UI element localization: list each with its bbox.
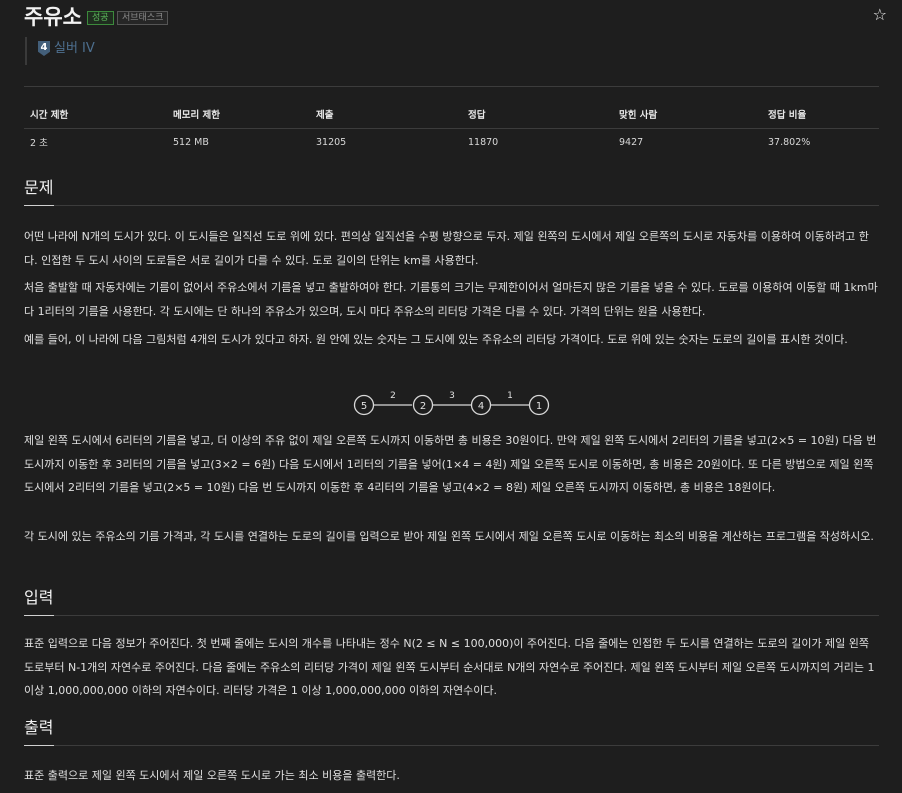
problem-paragraph-3: 예를 들어, 이 나라에 다음 그림처럼 4개의 도시가 있다고 하자. 원 안… (24, 333, 848, 346)
status-badge[interactable]: 성공 (87, 11, 114, 25)
section-problem-title: 문제 (24, 178, 54, 197)
info-header-row: 시간 제한 메모리 제한 제출 정답 맞힌 사람 정답 비율 (24, 100, 879, 129)
header-submissions: 제출 (310, 100, 462, 129)
header-accepted: 정답 (462, 100, 613, 129)
section-rule (24, 205, 879, 206)
section-input-header: 입력 (24, 587, 879, 616)
tier-badge-icon[interactable]: 4 (38, 41, 50, 56)
tier-block: 4 실버 IV (25, 37, 879, 65)
problem-title: 주유소 (24, 5, 82, 29)
section-input-title: 입력 (24, 588, 54, 607)
value-memory-limit: 512 MB (173, 136, 209, 148)
tier-label[interactable]: 실버 IV (54, 40, 95, 57)
info-value-row: 2 초 512 MB 31205 11870 9427 37.802% (24, 129, 879, 156)
problem-paragraph-1: 어떤 나라에 N개의 도시가 있다. 이 도시들은 일직선 도로 위에 있다. … (24, 230, 869, 267)
road-length-3: 1 (507, 391, 513, 401)
subtask-badge[interactable]: 서브태스크 (117, 11, 169, 25)
section-output-header: 출력 (24, 717, 879, 746)
city-price-3: 4 (478, 401, 484, 412)
city-road-figure: 5 2 4 1 2 3 1 (353, 391, 550, 416)
header-time-limit: 시간 제한 (24, 100, 167, 129)
problem-page: 주유소 성공 서브태스크 ☆ 4 실버 IV 시간 제한 메모리 제한 제출 정… (24, 0, 887, 782)
value-solved-users: 9427 (619, 136, 644, 148)
section-rule (24, 615, 879, 616)
city-price-4: 1 (536, 401, 542, 412)
header-accept-ratio: 정답 비율 (762, 100, 879, 129)
problem-paragraph-5: 각 도시에 있는 주유소의 기름 가격과, 각 도시를 연결하는 도로의 길이를… (24, 530, 874, 543)
problem-header: 주유소 성공 서브태스크 ☆ (24, 0, 887, 34)
header-memory-limit: 메모리 제한 (167, 100, 310, 129)
value-time-limit: 2 초 (30, 138, 48, 149)
road-length-2: 3 (449, 391, 455, 401)
value-submissions: 31205 (316, 136, 347, 148)
output-paragraph: 표준 출력으로 제일 왼쪽 도시에서 제일 오른쪽 도시로 가는 최소 비용을 … (24, 769, 400, 782)
value-accept-ratio: 37.802% (768, 136, 811, 148)
city-price-2: 2 (420, 401, 426, 412)
city-price-1: 5 (361, 401, 367, 412)
road-length-1: 2 (390, 391, 396, 401)
header-solved-users: 맞힌 사람 (613, 100, 762, 129)
header-divider (24, 86, 879, 87)
tier-level: 4 (40, 42, 48, 53)
section-output-title: 출력 (24, 718, 54, 737)
section-rule (24, 745, 879, 746)
value-accepted: 11870 (468, 136, 499, 148)
input-paragraph: 표준 입력으로 다음 정보가 주어진다. 첫 번째 줄에는 도시의 개수를 나타… (24, 637, 875, 697)
problem-paragraph-2: 처음 출발할 때 자동차에는 기름이 없어서 주유소에서 기름을 넣고 출발하여… (24, 281, 878, 318)
section-problem-header: 문제 (24, 177, 879, 206)
star-icon[interactable]: ☆ (873, 5, 887, 24)
problem-paragraph-4: 제일 왼쪽 도시에서 6리터의 기름을 넣고, 더 이상의 주유 없이 제일 오… (24, 434, 877, 494)
problem-info-table: 시간 제한 메모리 제한 제출 정답 맞힌 사람 정답 비율 2 초 512 M… (24, 100, 879, 155)
